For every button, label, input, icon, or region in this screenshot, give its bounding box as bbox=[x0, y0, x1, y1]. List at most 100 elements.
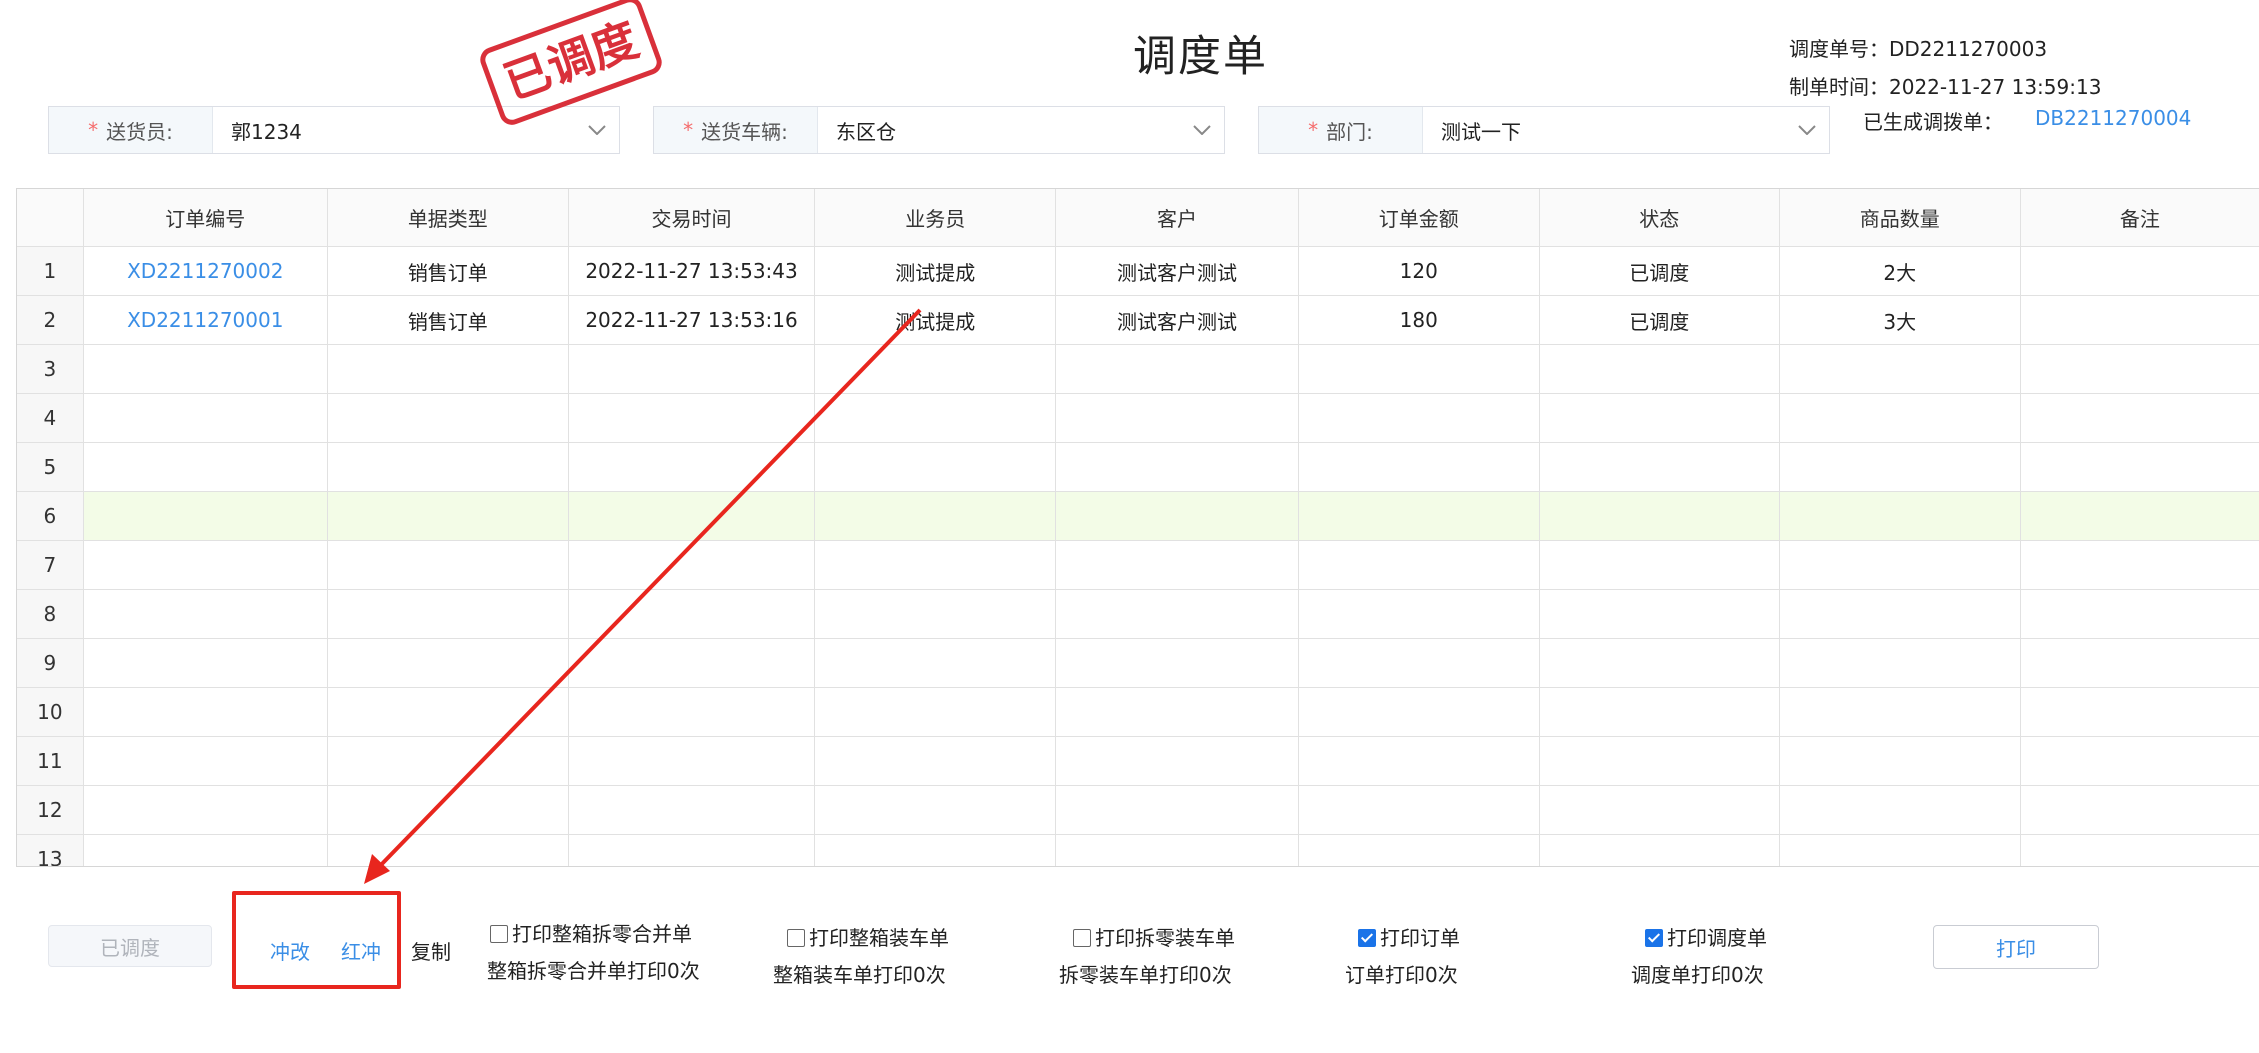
transfer-order-link[interactable]: DB2211270004 bbox=[2035, 106, 2191, 130]
table-cell bbox=[327, 736, 569, 786]
table-cell bbox=[1779, 589, 2021, 639]
table-row[interactable]: 8 bbox=[17, 589, 2259, 639]
row-number: 7 bbox=[17, 540, 84, 590]
table-row[interactable]: 1 XD2211270002 销售订单 2022-11-27 13:53:43 测试提成… bbox=[17, 246, 2259, 296]
checkbox[interactable] bbox=[1645, 928, 1663, 947]
chevron-down-icon[interactable] bbox=[575, 107, 619, 153]
table-cell bbox=[1779, 834, 2021, 866]
order-number-link[interactable]: XD2211270001 bbox=[83, 295, 328, 345]
vehicle-select[interactable]: * 送货车辆: 东区仓 bbox=[653, 106, 1225, 154]
vehicle-label: 送货车辆: bbox=[701, 119, 788, 144]
table-row[interactable]: 6 bbox=[17, 491, 2259, 541]
checkbox[interactable] bbox=[787, 928, 805, 947]
dispatch-number-label: 调度单号： bbox=[1789, 37, 1889, 61]
table-cell bbox=[83, 687, 328, 737]
table-cell: 已调度 bbox=[1539, 246, 1780, 296]
checkbox[interactable] bbox=[490, 924, 508, 943]
row-number: 4 bbox=[17, 393, 84, 443]
table-row[interactable]: 10 bbox=[17, 687, 2259, 737]
table-row[interactable]: 2 XD2211270001 销售订单 2022-11-27 13:53:16 测试提成… bbox=[17, 295, 2259, 345]
table-cell bbox=[1298, 589, 1540, 639]
table-cell bbox=[1779, 638, 2021, 688]
stamp-text: 已调度 bbox=[497, 12, 645, 110]
table-cell bbox=[1298, 834, 1540, 866]
dept-select[interactable]: * 部门: 测试一下 bbox=[1258, 106, 1830, 154]
table-cell bbox=[1055, 344, 1299, 394]
table-cell bbox=[83, 344, 328, 394]
print-merged-option[interactable]: 打印整箱拆零合并单 bbox=[490, 918, 692, 947]
table-row[interactable]: 7 bbox=[17, 540, 2259, 590]
column-header[interactable]: 商品数量 bbox=[1779, 189, 2021, 247]
print-order-count: 订单打印0次 bbox=[1345, 963, 1458, 987]
dept-label: 部门: bbox=[1326, 119, 1373, 144]
table-cell bbox=[1298, 491, 1540, 541]
table-cell bbox=[1539, 540, 1780, 590]
table-cell bbox=[83, 491, 328, 541]
print-loose-option[interactable]: 打印拆零装车单 bbox=[1073, 922, 1235, 951]
table-row[interactable]: 13 bbox=[17, 834, 2259, 866]
print-full-box-option[interactable]: 打印整箱装车单 bbox=[787, 922, 949, 951]
column-header[interactable]: 备注 bbox=[2020, 189, 2259, 247]
table-cell bbox=[2020, 393, 2259, 443]
checkbox[interactable] bbox=[1358, 928, 1376, 947]
column-header[interactable]: 订单编号 bbox=[83, 189, 328, 247]
row-number: 3 bbox=[17, 344, 84, 394]
table-cell bbox=[814, 344, 1057, 394]
table-row[interactable]: 12 bbox=[17, 785, 2259, 835]
table-cell bbox=[814, 638, 1057, 688]
table-cell bbox=[1779, 736, 2021, 786]
row-number: 12 bbox=[17, 785, 84, 835]
column-header[interactable]: 交易时间 bbox=[568, 189, 816, 247]
table-cell: 测试客户测试 bbox=[1055, 295, 1299, 345]
table-cell bbox=[83, 736, 328, 786]
table-cell bbox=[2020, 589, 2259, 639]
column-header[interactable]: 客户 bbox=[1055, 189, 1299, 247]
table-cell bbox=[1298, 687, 1540, 737]
print-full-box-count: 整箱装车单打印0次 bbox=[773, 963, 946, 987]
copy-button[interactable]: 复制 bbox=[411, 936, 451, 965]
row-number: 6 bbox=[17, 491, 84, 541]
order-number-link[interactable]: XD2211270002 bbox=[83, 246, 328, 296]
column-header[interactable]: 状态 bbox=[1539, 189, 1780, 247]
chevron-down-icon[interactable] bbox=[1785, 107, 1829, 153]
table-cell bbox=[814, 785, 1057, 835]
column-header[interactable]: 业务员 bbox=[814, 189, 1057, 247]
scheduled-button[interactable]: 已调度 bbox=[48, 925, 212, 967]
print-button[interactable]: 打印 bbox=[1933, 925, 2099, 969]
table-cell: 2022-11-27 13:53:16 bbox=[568, 295, 816, 345]
table-cell bbox=[83, 834, 328, 866]
table-cell bbox=[327, 785, 569, 835]
print-order-option[interactable]: 打印订单 bbox=[1358, 922, 1460, 951]
print-merged-label: 打印整箱拆零合并单 bbox=[512, 922, 692, 946]
table-cell bbox=[814, 834, 1057, 866]
print-full-box-label: 打印整箱装车单 bbox=[809, 926, 949, 950]
table-row[interactable]: 3 bbox=[17, 344, 2259, 394]
table-cell bbox=[83, 540, 328, 590]
column-header[interactable]: 订单金额 bbox=[1298, 189, 1540, 247]
table-row[interactable]: 5 bbox=[17, 442, 2259, 492]
table-cell bbox=[1055, 442, 1299, 492]
table-cell bbox=[1298, 540, 1540, 590]
table-cell bbox=[1055, 785, 1299, 835]
print-loose-label: 打印拆零装车单 bbox=[1095, 926, 1235, 950]
table-cell bbox=[814, 687, 1057, 737]
table-row[interactable]: 9 bbox=[17, 638, 2259, 688]
column-header[interactable]: 单据类型 bbox=[327, 189, 569, 247]
table-cell bbox=[2020, 687, 2259, 737]
table-row[interactable]: 11 bbox=[17, 736, 2259, 786]
table-cell bbox=[1779, 687, 2021, 737]
table-cell bbox=[1539, 442, 1780, 492]
table-cell bbox=[327, 638, 569, 688]
checkbox[interactable] bbox=[1073, 928, 1091, 947]
table-cell bbox=[327, 834, 569, 866]
chevron-down-icon[interactable] bbox=[1180, 107, 1224, 153]
table-cell bbox=[1539, 589, 1780, 639]
order-table: 订单编号 单据类型 交易时间 业务员 客户 订单金额 状态 商品数量 备注 1 XD2211270… bbox=[17, 189, 2259, 866]
table-cell bbox=[327, 687, 569, 737]
table-row[interactable]: 4 bbox=[17, 393, 2259, 443]
print-dispatch-option[interactable]: 打印调度单 bbox=[1645, 922, 1767, 951]
print-loose-count: 拆零装车单打印0次 bbox=[1059, 963, 1232, 987]
table-cell bbox=[814, 393, 1057, 443]
table-cell bbox=[2020, 295, 2259, 345]
table-cell bbox=[568, 491, 816, 541]
